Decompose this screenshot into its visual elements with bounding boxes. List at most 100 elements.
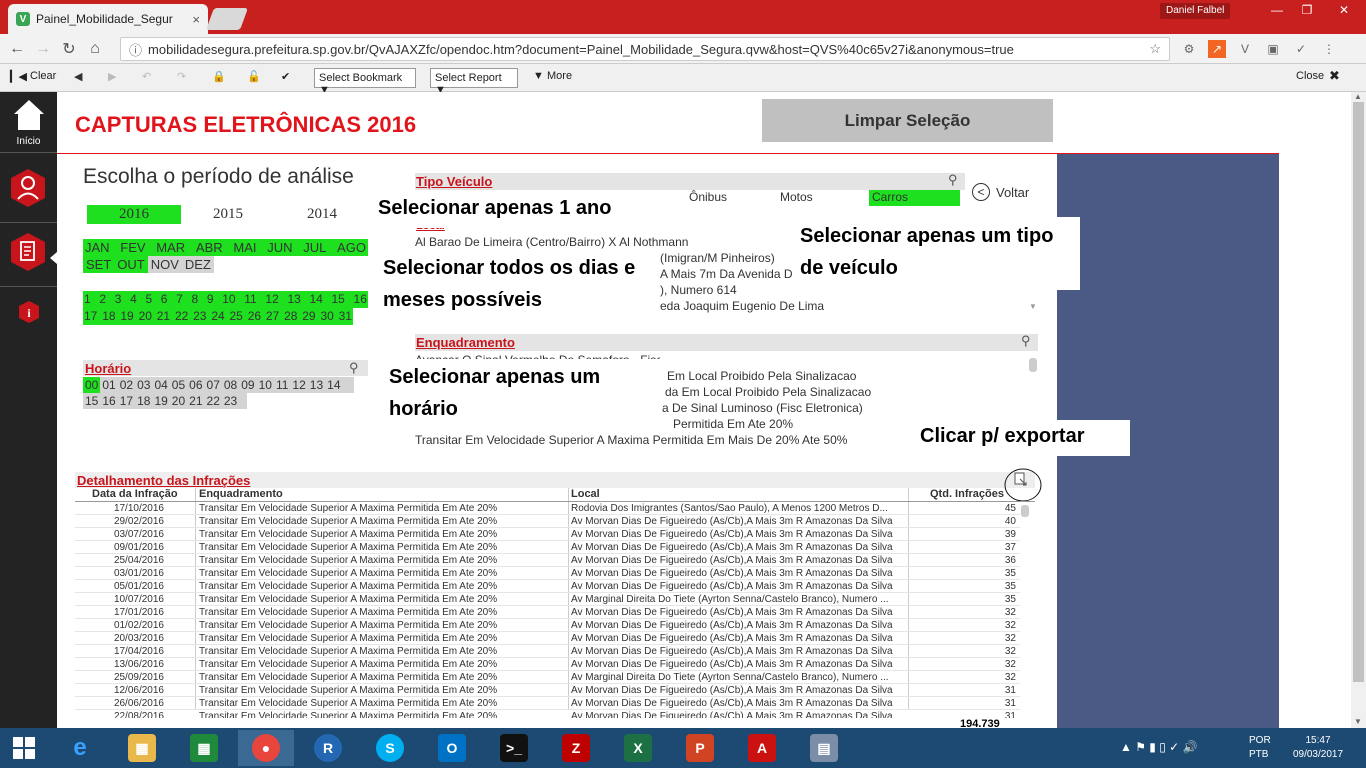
day-19[interactable]: 19 (120, 308, 133, 325)
vimeo-extension-icon[interactable]: V (1236, 40, 1254, 58)
enquadramento-item[interactable]: Permitida Em Ate 20% (673, 416, 793, 432)
table-row[interactable]: 20/03/2016 Transitar Em Velocidade Superi… (75, 632, 1020, 645)
hour-23[interactable]: 23 (222, 393, 239, 409)
table-row[interactable]: 17/01/2016 Transitar Em Velocidade Superi… (75, 606, 1020, 619)
month-jun[interactable]: JUN (267, 239, 292, 256)
month-mar[interactable]: MAR (156, 239, 185, 256)
excel-taskbar-icon[interactable]: X (610, 730, 666, 766)
month-jan[interactable]: JAN (85, 239, 110, 256)
back-icon[interactable]: ← (4, 40, 30, 58)
enquadramento-item[interactable]: da Em Local Proibido Pela Sinalizacao (665, 384, 871, 400)
chrome-taskbar-icon[interactable]: ● (238, 730, 294, 766)
day-25[interactable]: 25 (230, 308, 243, 325)
bookmark-star-icon[interactable]: ☆ (1149, 41, 1161, 57)
day-27[interactable]: 27 (266, 308, 279, 325)
col-qtd[interactable]: Qtd. Infrações (930, 488, 1004, 500)
day-21[interactable]: 21 (157, 308, 170, 325)
cast-extension-icon[interactable]: ▣ (1264, 40, 1282, 58)
minimize-icon[interactable]: — (1262, 0, 1292, 20)
col-enquadramento[interactable]: Enquadramento (199, 488, 283, 500)
tab-close-icon[interactable]: × (192, 12, 200, 27)
month-out[interactable]: OUT (114, 256, 148, 273)
hour-17[interactable]: 17 (118, 393, 135, 409)
hour-21[interactable]: 21 (187, 393, 204, 409)
day-31[interactable]: 31 (339, 308, 352, 325)
day-28[interactable]: 28 (284, 308, 297, 325)
close-circle-icon[interactable]: ✖ (1329, 68, 1340, 84)
table-row[interactable]: 25/09/2016 Transitar Em Velocidade Superi… (75, 671, 1020, 684)
outlook-taskbar-icon[interactable]: O (424, 730, 480, 766)
voltar-button[interactable]: < Voltar (972, 183, 1029, 201)
search-icon[interactable]: ⚲ (349, 360, 359, 376)
hour-18[interactable]: 18 (135, 393, 152, 409)
month-jul[interactable]: JUL (303, 239, 326, 256)
r-taskbar-icon[interactable]: R (300, 730, 356, 766)
table-row[interactable]: 17/04/2016 Transitar Em Velocidade Superi… (75, 645, 1020, 658)
enquadramento-item[interactable]: a De Sinal Luminoso (Fisc Eletronica) (662, 400, 863, 416)
maximize-icon[interactable]: ❐ (1292, 0, 1322, 20)
month-nov[interactable]: NOV (147, 256, 182, 273)
scroll-down-icon[interactable]: ▼ (1029, 302, 1037, 311)
year-2015[interactable]: 2015 (181, 205, 275, 224)
day-1[interactable]: 1 (84, 291, 91, 308)
hour-10[interactable]: 10 (257, 377, 274, 393)
ie-taskbar-icon[interactable]: e (52, 730, 108, 766)
day-26[interactable]: 26 (248, 308, 261, 325)
day-20[interactable]: 20 (139, 308, 152, 325)
table-row[interactable]: 22/08/2016 Transitar Em Velocidade Superi… (75, 710, 1020, 718)
start-button[interactable] (0, 730, 48, 766)
hour-19[interactable]: 19 (152, 393, 169, 409)
store-taskbar-icon[interactable]: ▦ (176, 730, 232, 766)
explorer-taskbar-icon[interactable]: ▦ (114, 730, 170, 766)
check-icon[interactable]: ✔ (281, 70, 290, 83)
clear-selection-button[interactable]: Limpar Seleção (762, 99, 1053, 142)
enquadramento-item[interactable]: Em Local Proibido Pela Sinalizacao (667, 368, 856, 384)
monitor-taskbar-icon[interactable]: ▤ (796, 730, 852, 766)
hour-11[interactable]: 11 (274, 377, 290, 393)
day-9[interactable]: 9 (207, 291, 214, 308)
back-selection-icon[interactable]: ◀ (74, 70, 82, 83)
local-item[interactable]: ), Numero 614 (660, 282, 737, 298)
hour-01[interactable]: 01 (100, 377, 117, 393)
hour-02[interactable]: 02 (118, 377, 135, 393)
day-13[interactable]: 13 (287, 291, 300, 308)
month-ago[interactable]: AGO (337, 239, 366, 256)
day-24[interactable]: 24 (211, 308, 224, 325)
info-icon[interactable]: i (18, 300, 40, 324)
more-icon[interactable]: ▼ (533, 70, 544, 82)
day-12[interactable]: 12 (265, 291, 278, 308)
month-abr[interactable]: ABR (196, 239, 223, 256)
day-4[interactable]: 4 (130, 291, 137, 308)
hour-16[interactable]: 16 (100, 393, 117, 409)
tipo-item-carros[interactable]: Carros (869, 190, 960, 206)
forward-icon[interactable]: → (30, 40, 56, 58)
day-7[interactable]: 7 (176, 291, 183, 308)
lock-icon[interactable]: 🔒 (212, 70, 226, 83)
day-5[interactable]: 5 (145, 291, 152, 308)
table-row[interactable]: 25/04/2016 Transitar Em Velocidade Superi… (75, 554, 1020, 567)
day-10[interactable]: 10 (222, 291, 235, 308)
month-dez[interactable]: DEZ (181, 256, 214, 273)
table-row[interactable]: 12/06/2016 Transitar Em Velocidade Superi… (75, 684, 1020, 697)
table-row[interactable]: 03/01/2016 Transitar Em Velocidade Superi… (75, 567, 1020, 580)
home-icon[interactable]: ⌂ (82, 40, 108, 58)
day-14[interactable]: 14 (309, 291, 322, 308)
col-local[interactable]: Local (571, 488, 600, 500)
page-scrollbar[interactable]: ▲ ▼ (1351, 92, 1366, 728)
month-fev[interactable]: FEV (120, 239, 145, 256)
day-17[interactable]: 17 (84, 308, 97, 325)
day-8[interactable]: 8 (192, 291, 199, 308)
scrollbar-thumb[interactable] (1353, 102, 1364, 682)
report-document-icon[interactable] (10, 232, 46, 272)
close-button[interactable]: Close (1296, 70, 1324, 82)
user-profile-icon[interactable] (10, 168, 46, 208)
hour-07[interactable]: 07 (205, 377, 222, 393)
table-row[interactable]: 29/02/2016 Transitar Em Velocidade Superi… (75, 515, 1020, 528)
clear-button[interactable]: Clear (30, 70, 56, 82)
table-row[interactable]: 10/07/2016 Transitar Em Velocidade Superi… (75, 593, 1020, 606)
chart-extension-icon[interactable]: ↗ (1208, 40, 1226, 58)
month-set[interactable]: SET (83, 256, 115, 273)
listbox-scroll-thumb[interactable] (1029, 358, 1037, 372)
hour-05[interactable]: 05 (170, 377, 187, 393)
day-18[interactable]: 18 (102, 308, 115, 325)
